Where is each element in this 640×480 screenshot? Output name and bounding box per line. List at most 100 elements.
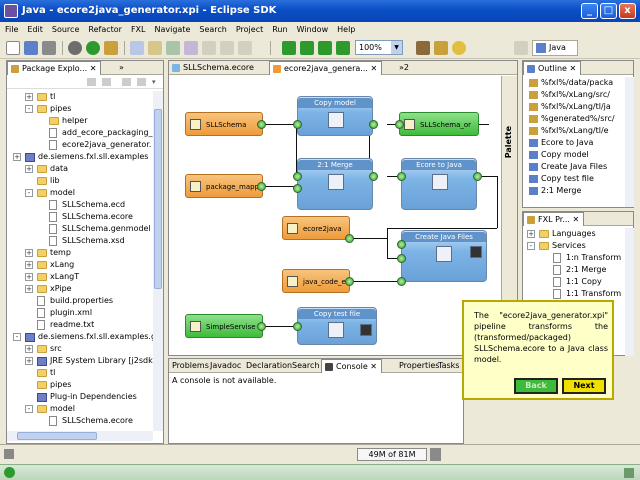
expand-icon[interactable]: +	[25, 285, 33, 293]
expand-icon[interactable]: +	[527, 230, 535, 238]
outline-item[interactable]: %fxl%/xLang/src/	[527, 89, 610, 101]
fxl-tree-item[interactable]: 1:1 Copy	[523, 276, 625, 288]
expand-icon[interactable]: +	[25, 93, 33, 101]
tab-fxl-projects[interactable]: FXL Pr... ✕	[523, 212, 585, 226]
tree-item[interactable]: + data	[7, 163, 153, 175]
new-package-icon[interactable]	[148, 41, 162, 55]
collapse-icon[interactable]: -	[25, 405, 33, 413]
outline-item[interactable]: Copy model	[527, 149, 589, 161]
play-icon[interactable]	[282, 41, 296, 55]
back-button[interactable]: Back	[514, 378, 558, 394]
menu-refactor[interactable]: Refactor	[83, 22, 126, 37]
tree-item[interactable]: SLLSchema.xsd	[7, 235, 153, 247]
outline-item[interactable]: Copy test file	[527, 173, 594, 185]
expand-icon[interactable]: +	[25, 261, 33, 269]
tab-outline[interactable]: Outline ✕	[523, 61, 582, 75]
menu-file[interactable]: File	[0, 22, 22, 37]
tree-item[interactable]: + tl	[7, 91, 153, 103]
menu-help[interactable]: Help	[332, 22, 359, 37]
fxl-tree-item[interactable]: + Languages	[523, 228, 625, 240]
tree-item[interactable]: ecore2java_generator.	[7, 139, 153, 151]
collapse-icon[interactable]: -	[25, 189, 33, 197]
back-icon[interactable]	[220, 41, 234, 55]
source-sllschema[interactable]: SLLSchema	[185, 112, 263, 136]
expand-icon[interactable]: +	[13, 153, 21, 161]
node-merge[interactable]: 2:1 Merge	[297, 158, 373, 210]
tree-item[interactable]: readme.txt	[7, 319, 153, 331]
save-icon[interactable]	[24, 41, 38, 55]
source-package-mapping[interactable]: package_mappi	[185, 174, 263, 198]
tree-item[interactable]: - model	[7, 187, 153, 199]
tab-hierarchy[interactable]: »	[115, 61, 128, 75]
view-menu-icon[interactable]: ▾	[152, 78, 160, 86]
close-button[interactable]: x	[619, 3, 636, 19]
tree-item[interactable]: + src	[7, 343, 153, 355]
node-ecore-to-java[interactable]: Ecore to Java	[401, 158, 477, 210]
menu-run[interactable]: Run	[267, 22, 291, 37]
chevron-down-icon[interactable]: ▼	[391, 41, 402, 54]
external-tools-icon[interactable]	[104, 41, 118, 55]
tree-item[interactable]: plugin.xml	[7, 307, 153, 319]
tree-item[interactable]: + de.siemens.fxl.sll.examples	[7, 151, 153, 163]
horizontal-scrollbar[interactable]	[7, 431, 153, 441]
collapse-icon[interactable]: -	[527, 242, 535, 250]
zoom-select[interactable]: 100% ▼	[355, 40, 403, 55]
bulb-icon[interactable]	[452, 41, 466, 55]
menu-navigate[interactable]: Navigate	[149, 22, 194, 37]
collapse-all-icon[interactable]	[122, 78, 131, 86]
source-simpleservise[interactable]: SimpleServise	[185, 314, 263, 338]
tree-item[interactable]: add_ecore_packaging_i	[7, 127, 153, 139]
scroll-thumb[interactable]	[154, 109, 162, 289]
outline-item[interactable]: %generated%/src/	[527, 113, 615, 125]
outline-item[interactable]: Ecore to Java	[527, 137, 593, 149]
open-perspective-icon[interactable]	[514, 41, 528, 55]
media-progress-strip[interactable]	[0, 464, 640, 480]
fxl-tree-item[interactable]: 1:n Transform	[523, 252, 625, 264]
forward-icon[interactable]	[102, 78, 111, 86]
resume-icon[interactable]	[336, 41, 350, 55]
vertical-scrollbar[interactable]	[153, 91, 163, 431]
vertical-scrollbar[interactable]	[625, 77, 634, 207]
tree-item[interactable]: - de.siemens.fxl.sll.examples.gen	[7, 331, 153, 343]
debug-icon[interactable]	[68, 41, 82, 55]
fxl-tree-item[interactable]: 2:1 Merge	[523, 264, 625, 276]
outline-item[interactable]: Create Java Files	[527, 161, 607, 173]
minimize-button[interactable]: _	[581, 3, 598, 19]
tab-javadoc[interactable]: Javadoc	[207, 359, 245, 373]
fast-view-icon[interactable]	[4, 449, 14, 459]
menu-source[interactable]: Source	[47, 22, 83, 37]
vertical-scrollbar[interactable]	[625, 228, 634, 356]
tree-item[interactable]: SLLSchema.ecore	[7, 415, 153, 427]
tab-overflow[interactable]: »2	[395, 61, 413, 75]
tree-item[interactable]: lib	[7, 175, 153, 187]
open-type-icon[interactable]	[184, 41, 198, 55]
play-icon[interactable]	[4, 467, 15, 478]
tree-item[interactable]: + xPipe	[7, 283, 153, 295]
new-icon[interactable]	[6, 41, 20, 55]
tree-item[interactable]: Plug-in Dependencies	[7, 391, 153, 403]
outline-item[interactable]: 2:1 Merge	[527, 185, 581, 197]
hammer-icon[interactable]	[416, 41, 430, 55]
tree-item[interactable]: pipes	[7, 379, 153, 391]
menu-edit[interactable]: Edit	[22, 22, 47, 37]
tree-item[interactable]: SLLSchema.genmodel	[7, 223, 153, 235]
tree-item[interactable]: + xLang	[7, 259, 153, 271]
menu-fxl[interactable]: FXL	[126, 22, 150, 37]
tree-item[interactable]: tl	[7, 367, 153, 379]
expand-icon[interactable]: +	[25, 273, 33, 281]
tab-search[interactable]: Search	[289, 359, 323, 373]
outline-item[interactable]: %fxl%/xLang/tl/ja	[527, 101, 611, 113]
tab-console[interactable]: Console ✕	[321, 359, 383, 373]
new-java-project-icon[interactable]	[130, 41, 144, 55]
fxl-tree-item[interactable]: - Services	[523, 240, 625, 252]
node-copy-model[interactable]: Copy model	[297, 96, 373, 136]
expand-icon[interactable]: +	[25, 345, 33, 353]
collapse-icon[interactable]: -	[13, 333, 21, 341]
step-icon[interactable]	[300, 41, 314, 55]
tab-package-explorer[interactable]: Package Explo... ✕	[7, 61, 102, 75]
link-icon[interactable]	[137, 78, 146, 86]
menu-search[interactable]: Search	[194, 22, 230, 37]
outline-item[interactable]: %fxl%/data/packa	[527, 77, 613, 89]
tree-item[interactable]: - model	[7, 403, 153, 415]
fullscreen-icon[interactable]	[624, 468, 634, 478]
